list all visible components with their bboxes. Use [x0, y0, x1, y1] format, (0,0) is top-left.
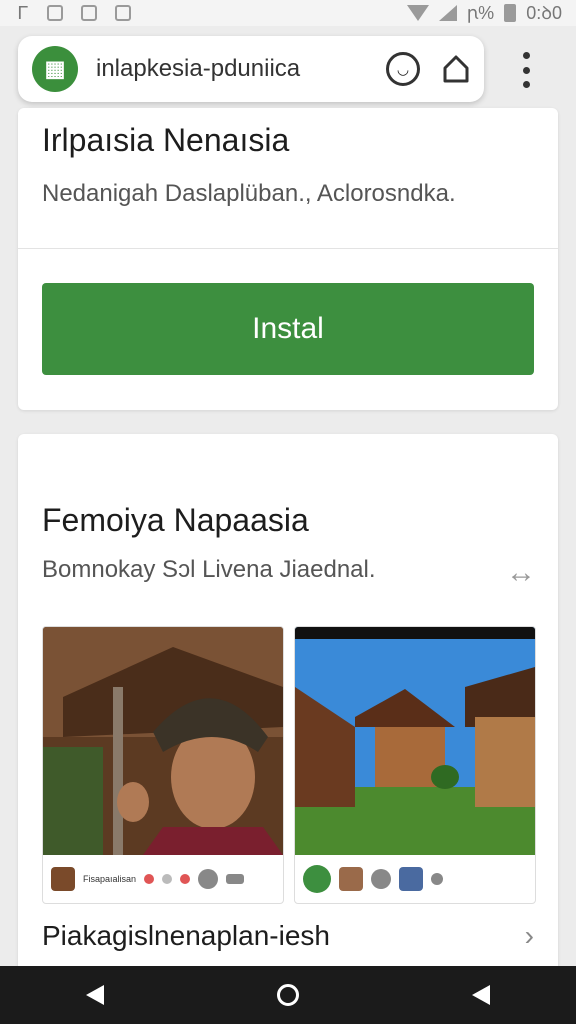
section-title: Femoiya Napaasia: [42, 502, 309, 538]
app-icon[interactable]: [303, 865, 331, 893]
signal-icon: [438, 5, 457, 21]
status-right: ꞃ% 0:ꝺ0: [406, 1, 562, 25]
screenshot-1[interactable]: Fisapaıalisan: [42, 626, 284, 904]
thumbnail[interactable]: [339, 867, 363, 891]
url-text[interactable]: inlapkesia-pduniica: [96, 55, 376, 83]
install-card: Irlpaısia Nenaısia Nedanigah Daslaplüban…: [18, 108, 558, 410]
status-left: Ꮁ: [18, 3, 131, 24]
expand-arrows-icon[interactable]: ↔: [506, 556, 536, 590]
wifi-icon: [406, 5, 429, 21]
action-icon[interactable]: [371, 869, 391, 889]
screenshot-2[interactable]: [294, 626, 536, 904]
dot-icon[interactable]: [431, 873, 443, 885]
media-icon: [114, 5, 131, 21]
battery-icon: [504, 4, 517, 22]
thumbnail[interactable]: [399, 867, 423, 891]
screenshot-2-footer: [295, 855, 535, 903]
app-subtitle: Nedanigah Daslaplüban., Aclorosndka.: [42, 180, 456, 207]
play-icon[interactable]: [198, 869, 219, 889]
section-subtitle: Bomnokay Sɔl Livena Jiaednal.: [42, 556, 376, 583]
home-icon[interactable]: [442, 54, 470, 84]
battery-percent: ꞃ%: [466, 2, 495, 23]
notification-icon: [80, 5, 97, 21]
more-icon[interactable]: [226, 874, 245, 884]
install-button[interactable]: Instal: [42, 283, 534, 375]
mini-avatar: [51, 867, 75, 891]
status-time: 0:ꝺ0: [526, 3, 562, 23]
chevron-right-icon[interactable]: ›: [525, 920, 534, 952]
url-bar[interactable]: ▦ inlapkesia-pduniica ◡: [18, 36, 484, 102]
dot-indicator: [162, 874, 173, 884]
related-title[interactable]: Piakagislnenaplan-iesh: [42, 920, 330, 952]
house-image: [295, 627, 535, 855]
screenshot-1-footer: Fisapaıalisan: [43, 855, 283, 903]
app-title: Irlpaısia Nenaısia: [42, 122, 290, 158]
divider: [18, 248, 558, 249]
clipboard-icon: [46, 5, 63, 21]
portrait-image: [43, 627, 283, 855]
overflow-menu-icon[interactable]: [516, 52, 536, 88]
mini-caption: Fisapaıalisan: [83, 873, 137, 884]
tab-switcher-icon[interactable]: ◡: [386, 52, 420, 86]
recents-icon[interactable]: [471, 985, 490, 1005]
back-icon[interactable]: [86, 985, 105, 1005]
site-logo-icon: ▦: [32, 46, 78, 92]
detail-card: Femoiya Napaasia Bomnokay Sɔl Livena Jia…: [18, 434, 558, 974]
status-left-text: Ꮁ: [18, 2, 29, 23]
home-button-icon[interactable]: [276, 984, 299, 1006]
system-nav-bar: [0, 966, 576, 1024]
status-bar: Ꮁ ꞃ% 0:ꝺ0: [0, 0, 576, 26]
dot-indicator: [144, 874, 155, 884]
dot-indicator: [180, 874, 191, 884]
